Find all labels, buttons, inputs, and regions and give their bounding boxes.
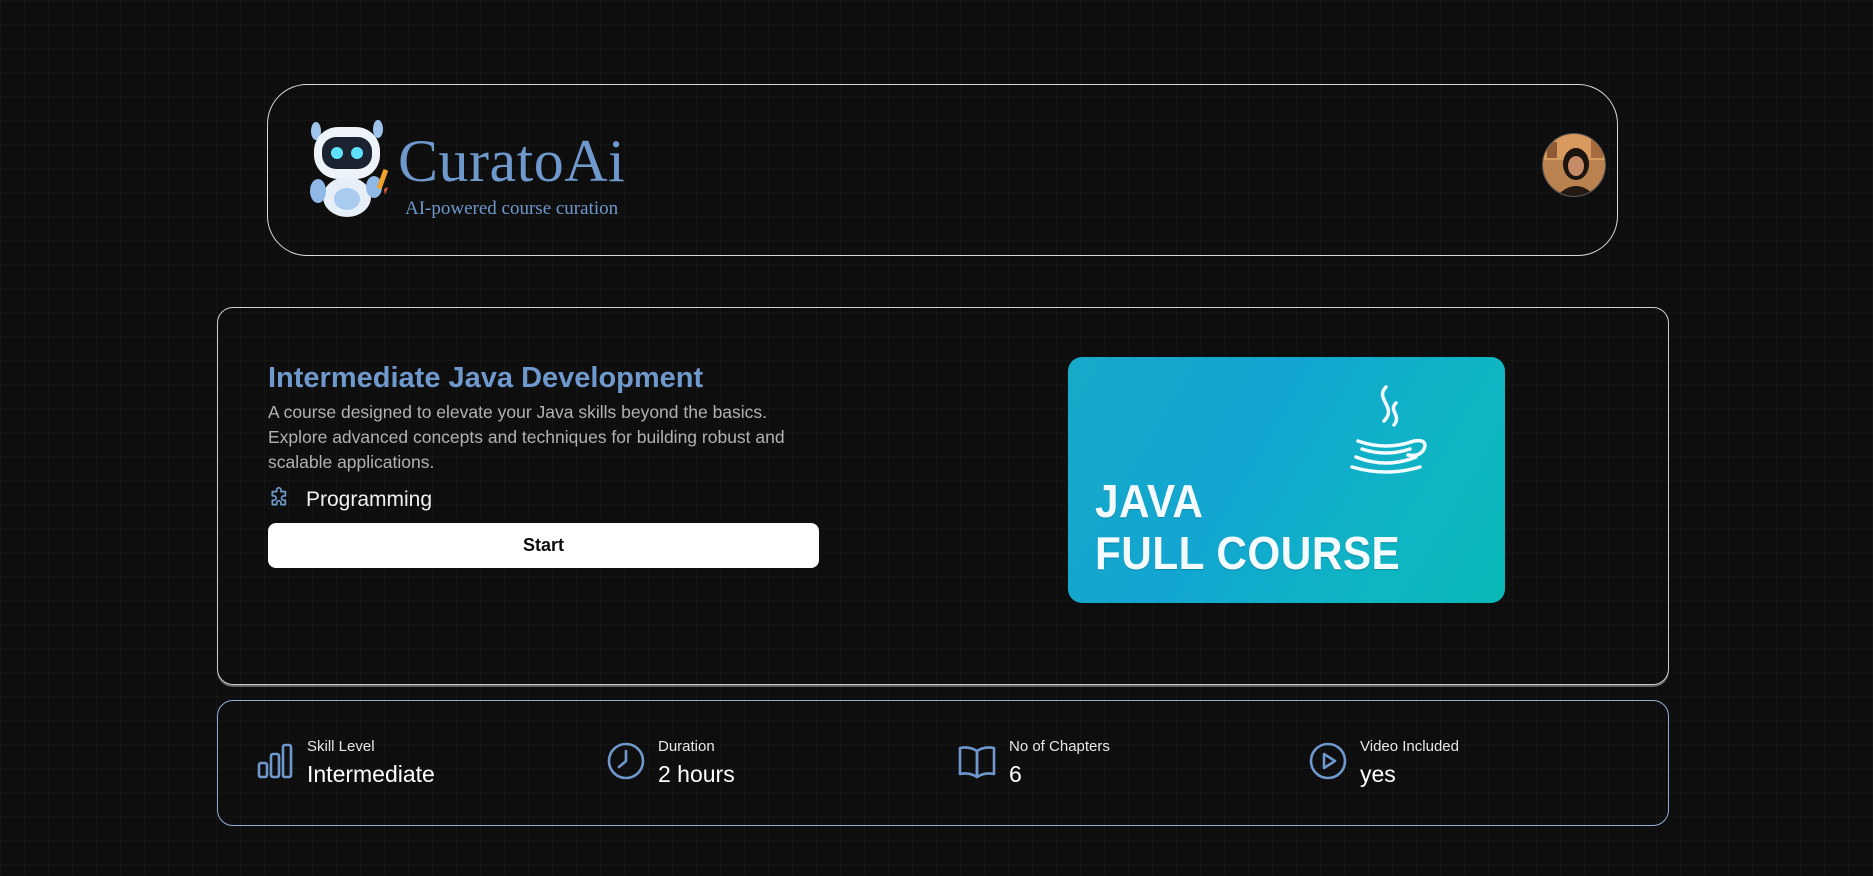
course-banner-image: JAVA FULL COURSE: [1068, 357, 1505, 603]
stat-value: 2 hours: [658, 761, 735, 787]
app-header: CuratoAi AI-powered course curation: [267, 84, 1618, 256]
stat-duration: Duration 2 hours: [606, 737, 735, 789]
banner-line-1: JAVA: [1095, 475, 1204, 527]
course-description: A course designed to elevate your Java s…: [268, 402, 785, 472]
course-title: Intermediate Java Development: [268, 362, 704, 394]
start-button[interactable]: Start: [268, 523, 819, 568]
stat-label: Video Included: [1360, 738, 1459, 755]
play-circle-icon: [1308, 741, 1348, 781]
stat-value: 6: [1009, 761, 1022, 787]
course-card: Intermediate Java Development A course d…: [217, 307, 1669, 685]
puzzle-icon: [268, 484, 294, 515]
stat-label: No of Chapters: [1009, 738, 1110, 755]
stat-video-included: Video Included yes: [1308, 737, 1459, 789]
robot-mascot-icon[interactable]: [302, 117, 392, 221]
category-label: Programming: [306, 487, 433, 511]
course-stats-card: Skill Level Intermediate Duration 2 hour…: [217, 700, 1669, 826]
stat-chapters: No of Chapters 6: [957, 737, 1110, 789]
user-avatar[interactable]: [1542, 133, 1606, 197]
banner-title: JAVA FULL COURSE: [1095, 475, 1400, 579]
java-coffee-cup-icon: [1338, 381, 1438, 486]
bar-chart-icon: [255, 741, 295, 781]
brand-name[interactable]: CuratoAi: [398, 131, 625, 191]
stat-label: Skill Level: [307, 738, 375, 755]
book-open-icon: [957, 741, 997, 781]
brand-tagline: AI-powered course curation: [405, 198, 619, 219]
stat-label: Duration: [658, 738, 715, 755]
stat-value: yes: [1360, 761, 1396, 787]
page: CuratoAi AI-powered course curation Inte…: [0, 0, 1873, 876]
clock-icon: [606, 741, 646, 781]
banner-line-2: FULL COURSE: [1095, 527, 1401, 579]
stat-skill-level: Skill Level Intermediate: [255, 737, 435, 789]
course-category: Programming: [268, 484, 432, 515]
stat-value: Intermediate: [307, 761, 435, 787]
